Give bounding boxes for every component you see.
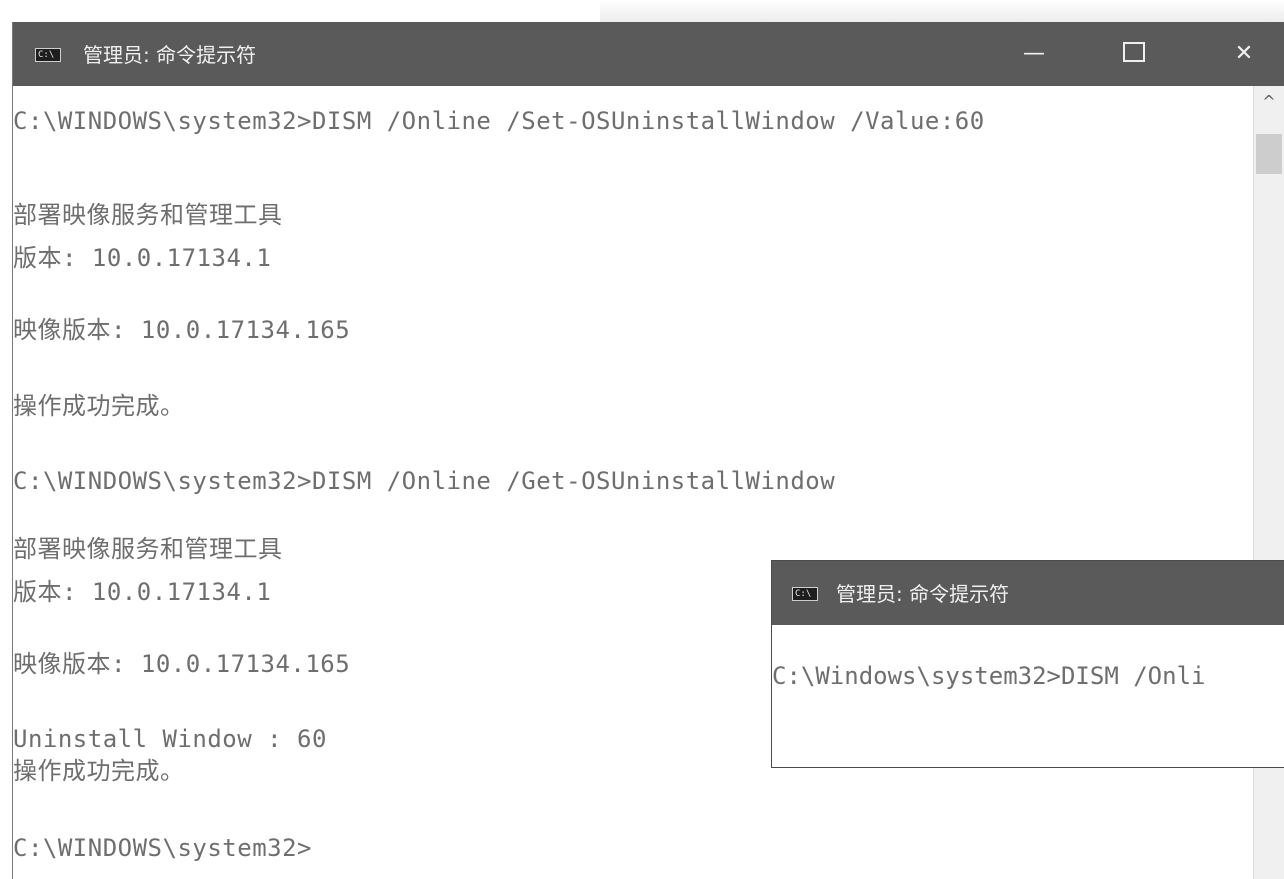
console-line: 操作成功完成。 [13, 757, 185, 785]
overlay-window-title: 管理员: 命令提示符 [836, 582, 1010, 606]
console-line: 部署映像服务和管理工具 [13, 201, 283, 229]
console-line: Uninstall Window : 60 [13, 725, 327, 753]
overlay-command-prompt-window[interactable]: C:\ 管理员: 命令提示符 C:\Windows\system32>DISM … [771, 560, 1284, 768]
minimize-button[interactable]: — [999, 22, 1069, 86]
console-line: 部署映像服务和管理工具 [13, 535, 283, 563]
close-button[interactable]: ✕ [1209, 22, 1279, 86]
console-line: 版本: 10.0.17134.1 [13, 244, 272, 272]
console-line: C:\WINDOWS\system32>DISM /Online /Get-OS… [13, 467, 836, 495]
title-bar[interactable]: C:\ 管理员: 命令提示符 — ✕ [13, 22, 1284, 86]
minimize-icon: — [1023, 41, 1045, 66]
background-shadow [600, 0, 1284, 22]
maximize-button[interactable] [1099, 22, 1169, 86]
overlay-title-bar[interactable]: C:\ 管理员: 命令提示符 [772, 561, 1284, 625]
console-line: C:\WINDOWS\system32>DISM /Online /Set-OS… [13, 107, 985, 135]
console-line: C:\WINDOWS\system32> [13, 834, 312, 862]
console-line: 映像版本: 10.0.17134.165 [13, 316, 351, 344]
close-icon: ✕ [1234, 41, 1254, 66]
console-line: 映像版本: 10.0.17134.165 [13, 650, 351, 678]
overlay-console-line: C:\Windows\system32>DISM /Onli [772, 662, 1206, 690]
cmd-icon: C:\ [35, 48, 61, 62]
scroll-thumb[interactable] [1256, 134, 1282, 174]
scroll-up-icon[interactable]: ^ [1254, 92, 1284, 111]
console-line: 版本: 10.0.17134.1 [13, 578, 272, 606]
console-line: 操作成功完成。 [13, 392, 185, 420]
window-title: 管理员: 命令提示符 [83, 43, 257, 67]
cmd-icon: C:\ [792, 587, 818, 601]
maximize-icon [1123, 42, 1145, 62]
